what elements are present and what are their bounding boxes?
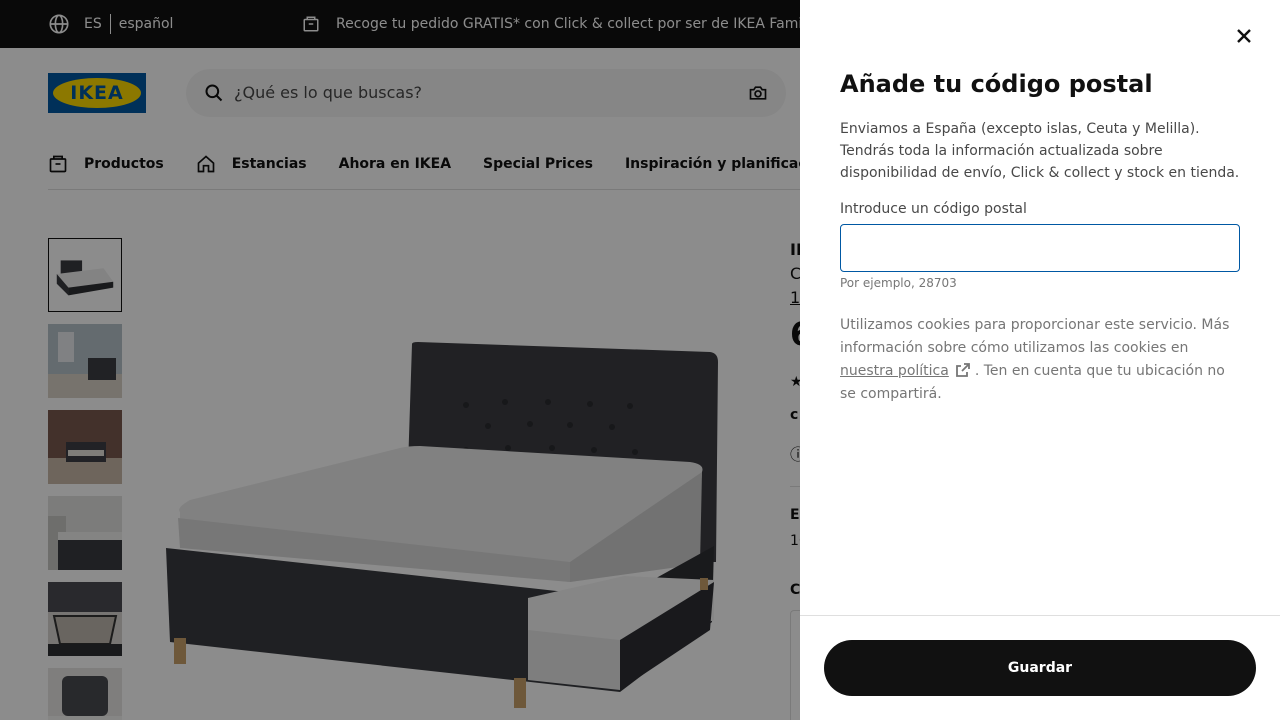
- cookie-text: Utilizamos cookies para proporcionar est…: [840, 317, 1230, 356]
- close-button[interactable]: [1228, 20, 1260, 52]
- cookie-notice: Utilizamos cookies para proporcionar est…: [840, 314, 1240, 406]
- modal-footer-divider: [800, 615, 1280, 616]
- close-icon: [1237, 29, 1251, 43]
- postal-code-helper: Por ejemplo, 28703: [840, 276, 957, 290]
- postal-code-input[interactable]: [840, 224, 1240, 272]
- modal-description: Enviamos a España (excepto islas, Ceuta …: [840, 121, 1240, 181]
- modal-title: Añade tu código postal: [840, 70, 1153, 98]
- external-link-icon: [955, 363, 970, 377]
- save-button[interactable]: Guardar: [824, 640, 1256, 696]
- privacy-policy-link[interactable]: nuestra política: [840, 363, 949, 379]
- postal-code-label: Introduce un código postal: [840, 201, 1027, 217]
